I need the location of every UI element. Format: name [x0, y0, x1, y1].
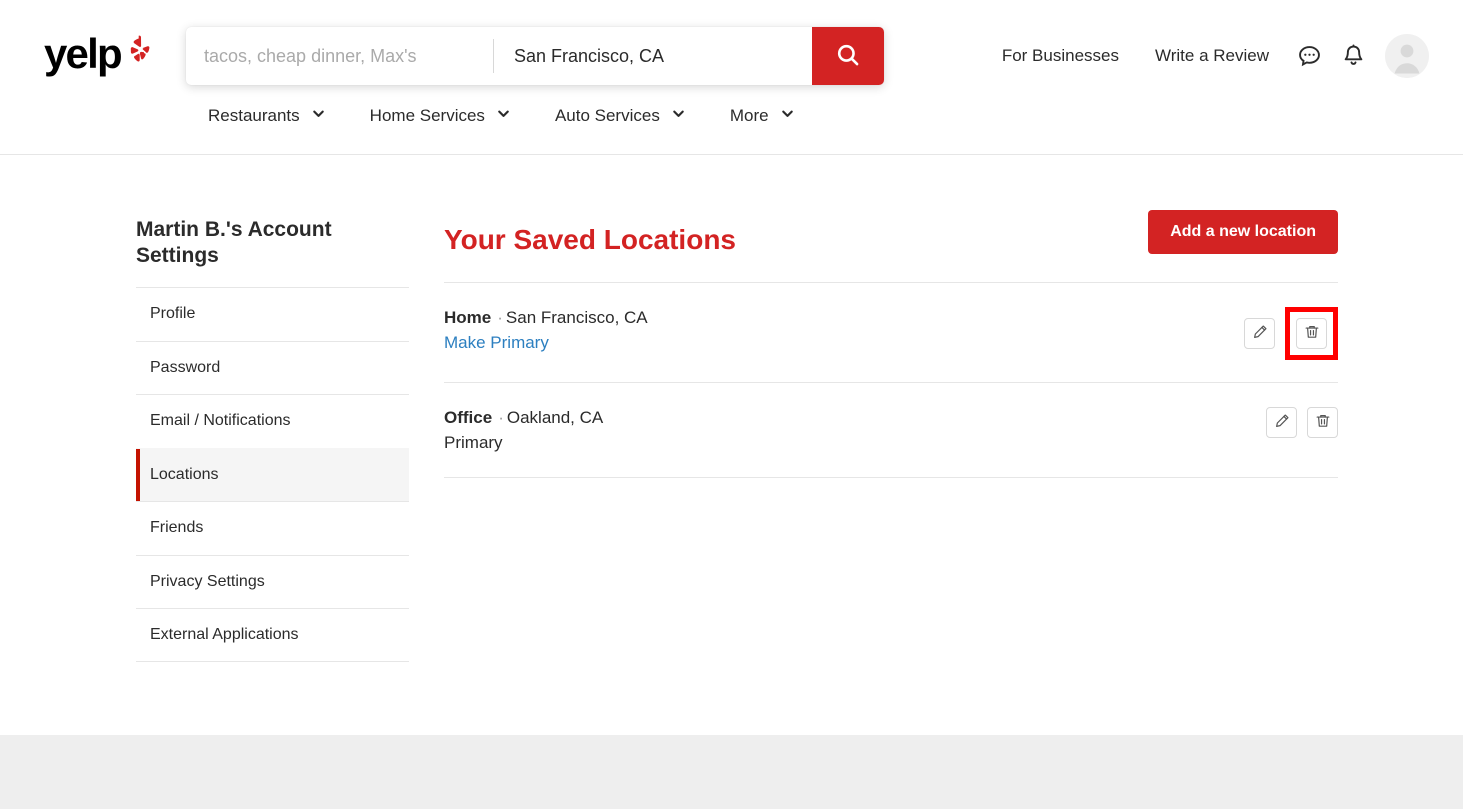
saved-locations-panel: Your Saved Locations Add a new location …: [444, 210, 1338, 478]
trash-delete-icon: [1304, 324, 1320, 343]
sidebar-item-label: Privacy Settings: [150, 573, 265, 591]
chevron-down-icon: [780, 106, 795, 126]
catnav-label: More: [730, 106, 769, 126]
catnav-item-more[interactable]: More: [708, 100, 817, 132]
sidebar-item-password[interactable]: Password: [136, 341, 409, 395]
location-name: Office: [444, 408, 492, 427]
catnav-label: Auto Services: [555, 106, 660, 126]
edit-location-button[interactable]: [1266, 407, 1297, 438]
location-status-line: Primary: [444, 431, 603, 455]
search-submit-button[interactable]: [812, 27, 884, 85]
location-name: Home: [444, 308, 491, 327]
messages-icon[interactable]: [1287, 34, 1331, 78]
catnav-item-home-services[interactable]: Home Services: [348, 100, 533, 132]
page-footer: [0, 735, 1463, 809]
location-status-line: Make Primary: [444, 331, 648, 355]
sidebar-item-label: Email / Notifications: [150, 412, 291, 430]
location-actions: [1266, 405, 1338, 438]
sidebar-item-external-applications[interactable]: External Applications: [136, 608, 409, 662]
pencil-edit-icon: [1252, 324, 1268, 343]
sidebar-item-label: Password: [150, 359, 220, 377]
catnav-item-restaurants[interactable]: Restaurants: [186, 100, 348, 132]
sidebar-item-label: Locations: [150, 466, 219, 484]
chevron-down-icon: [496, 106, 511, 126]
header-nav: For Businesses Write a Review: [984, 34, 1429, 78]
sidebar-item-friends[interactable]: Friends: [136, 501, 409, 555]
delete-button-highlight: [1285, 307, 1338, 360]
user-avatar[interactable]: [1385, 34, 1429, 78]
pencil-edit-icon: [1274, 413, 1290, 432]
sidebar-item-label: External Applications: [150, 626, 299, 644]
location-row-home: Home ·San Francisco, CA Make Primary: [444, 283, 1338, 383]
account-settings-sidebar: Martin B.'s Account Settings Profile Pas…: [136, 217, 409, 662]
catnav-label: Restaurants: [208, 106, 300, 126]
edit-location-button[interactable]: [1244, 318, 1275, 349]
page-body: Martin B.'s Account Settings Profile Pas…: [0, 155, 1463, 735]
sidebar-nav-list: Profile Password Email / Notifications L…: [136, 287, 409, 662]
page-title: Your Saved Locations: [444, 210, 736, 257]
search-location-input[interactable]: [494, 27, 812, 85]
sidebar-item-label: Friends: [150, 519, 203, 537]
location-separator: ·: [498, 408, 504, 427]
magnifying-glass-icon: [835, 42, 861, 71]
search-find-input[interactable]: [186, 27, 493, 85]
primary-status-label: Primary: [444, 433, 503, 452]
delete-location-button[interactable]: [1307, 407, 1338, 438]
make-primary-link[interactable]: Make Primary: [444, 333, 549, 352]
trash-delete-icon: [1315, 413, 1331, 432]
location-info: Office ·Oakland, CA Primary: [444, 405, 603, 455]
locations-list: Home·San Francisco, CA Make Primary: [444, 282, 1338, 478]
location-actions: [1244, 305, 1338, 360]
location-row-office: Office ·Oakland, CA Primary: [444, 383, 1338, 478]
sidebar-item-locations[interactable]: Locations: [136, 448, 409, 502]
location-address: Oakland, CA: [507, 408, 603, 427]
catnav-label: Home Services: [370, 106, 485, 126]
add-new-location-button[interactable]: Add a new location: [1148, 210, 1338, 254]
location-separator: ·: [497, 308, 503, 327]
header-link-for-businesses[interactable]: For Businesses: [984, 38, 1137, 74]
sidebar-title: Martin B.'s Account Settings: [136, 217, 409, 269]
site-header: yelp F: [0, 0, 1463, 155]
notifications-bell-icon[interactable]: [1331, 34, 1375, 78]
location-title-line: Office ·Oakland, CA: [444, 406, 603, 430]
sidebar-item-privacy-settings[interactable]: Privacy Settings: [136, 555, 409, 609]
yelp-burst-icon: [125, 35, 155, 70]
category-nav: Restaurants Home Services Auto Services: [186, 100, 817, 132]
location-info: Home ·San Francisco, CA Make Primary: [444, 305, 648, 355]
catnav-item-auto-services[interactable]: Auto Services: [533, 100, 708, 132]
chevron-down-icon: [671, 106, 686, 126]
delete-location-button[interactable]: [1296, 318, 1327, 349]
chevron-down-icon: [311, 106, 326, 126]
header-link-write-a-review[interactable]: Write a Review: [1137, 38, 1287, 74]
location-address: San Francisco, CA: [506, 308, 648, 327]
location-title-line: Home ·San Francisco, CA: [444, 306, 648, 330]
sidebar-item-email-notifications[interactable]: Email / Notifications: [136, 394, 409, 448]
search-bar: [186, 27, 884, 85]
sidebar-item-profile[interactable]: Profile: [136, 287, 409, 341]
panel-header: Your Saved Locations Add a new location: [444, 210, 1338, 282]
yelp-logo-text: yelp: [44, 33, 121, 75]
sidebar-item-label: Profile: [150, 305, 195, 323]
user-avatar-icon: [1385, 34, 1429, 78]
yelp-logo[interactable]: yelp: [44, 33, 155, 79]
